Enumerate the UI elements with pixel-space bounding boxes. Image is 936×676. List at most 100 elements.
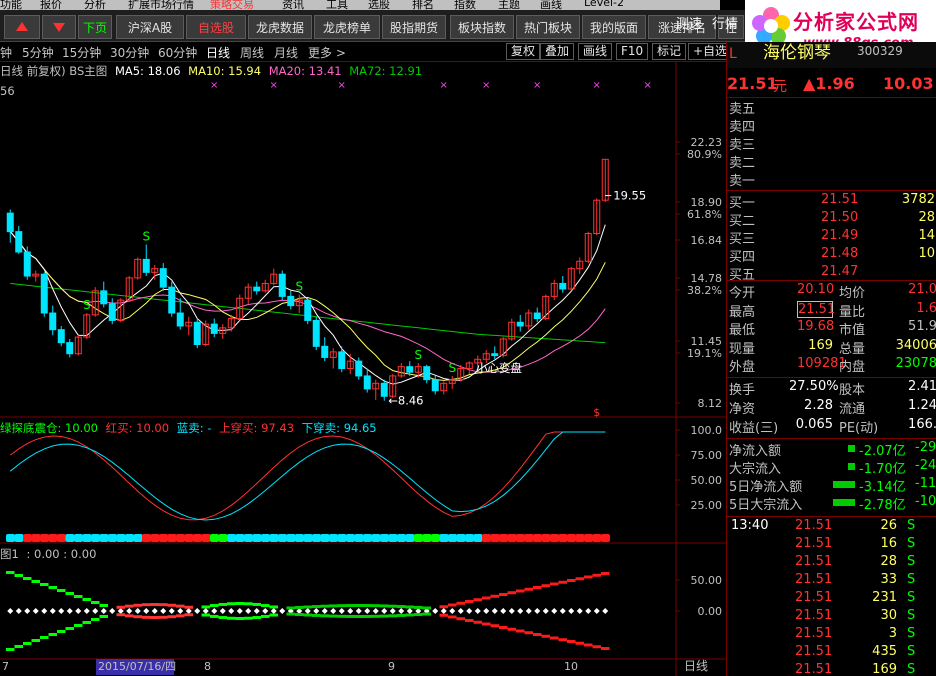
sub2-lower-bar <box>550 636 559 640</box>
sub2-lower-bar <box>439 613 448 617</box>
signal-band-segment <box>490 534 500 542</box>
menu-item-7[interactable]: 选股 <box>368 0 390 10</box>
menu-item-9[interactable]: 指数 <box>454 0 476 10</box>
signal-band-segment <box>286 534 296 542</box>
period-tab-5[interactable]: 日线 <box>206 44 230 61</box>
sub2-upper-bar <box>329 604 338 608</box>
speed-test-label[interactable]: 测速 <box>676 14 714 36</box>
zero-diamond-marker <box>262 608 269 614</box>
chart-button-1[interactable]: 叠加 <box>540 43 575 60</box>
chart-button-4[interactable]: 标记 <box>652 43 687 60</box>
bid-row-2[interactable]: 买三 21.49 14 <box>727 228 936 247</box>
order-volume: 10 <box>918 246 935 261</box>
menu-item-5[interactable]: 资讯 <box>282 0 304 10</box>
signal-band-segment <box>533 534 542 542</box>
signal-band-segment <box>295 534 304 542</box>
sub2-indicator-value: : 0.00 : 0.00 <box>26 547 97 561</box>
current-price: 21.51 <box>727 74 778 93</box>
divider <box>727 190 936 191</box>
zero-diamond-marker <box>15 608 22 614</box>
sub2-lower-bar <box>57 630 66 633</box>
period-tab-0[interactable]: 钟 <box>0 44 12 61</box>
ask-row-0[interactable]: 卖五 <box>727 98 936 117</box>
up-arrow-button[interactable] <box>4 15 40 39</box>
period-tab-1[interactable]: 5分钟 <box>22 44 54 61</box>
zero-diamond-marker <box>406 608 413 614</box>
bid-row-3[interactable]: 买四 21.48 10 <box>727 246 936 265</box>
sub2-upper-bar <box>507 591 516 595</box>
menu-item-11[interactable]: 画线 <box>540 0 562 10</box>
signal-band-segment <box>227 534 236 542</box>
zero-diamond-marker <box>330 608 337 614</box>
sub2-upper-bar <box>465 600 474 603</box>
menu-item-2[interactable]: 分析 <box>84 0 106 10</box>
period-tab-2[interactable]: 15分钟 <box>62 44 101 61</box>
menu-item-1[interactable]: 报价 <box>40 0 62 10</box>
ask-row-1[interactable]: 卖四 <box>727 116 936 135</box>
tick-volume: 16 <box>880 536 897 551</box>
toolbar-button-7[interactable]: 热门板块 <box>516 15 580 39</box>
zero-diamond-marker <box>483 608 490 614</box>
zero-diamond-marker <box>143 608 150 614</box>
period-tab-6[interactable]: 周线 <box>240 44 264 61</box>
toolbar-button-4[interactable]: 龙虎榜单 <box>314 15 380 39</box>
signal-x-marker: × <box>533 80 541 91</box>
signal-band-segment <box>269 534 279 542</box>
bid-row-0[interactable]: 买一 21.51 3782 <box>727 192 936 211</box>
period-tab-3[interactable]: 30分钟 <box>110 44 149 61</box>
menu-item-3[interactable]: 扩展市场行情 <box>128 0 194 10</box>
down-arrow-button[interactable] <box>42 15 76 39</box>
zero-diamond-marker <box>7 608 14 614</box>
toolbar-button-6[interactable]: 板块指数 <box>450 15 514 39</box>
signal-band-segment <box>422 534 432 542</box>
chart-button-0[interactable]: 复权 <box>506 43 541 60</box>
menu-item-0[interactable]: 功能 <box>0 0 22 10</box>
sub2-upper-bar <box>320 604 329 608</box>
sub2-upper-bar <box>150 603 159 606</box>
toolbar-button-1[interactable]: 沪深A股 <box>116 15 184 39</box>
triangle-up-icon <box>16 22 28 31</box>
zero-diamond-marker <box>236 608 243 614</box>
candle-body <box>159 268 167 288</box>
sub2-upper-bar <box>524 587 533 591</box>
toolbar-button-3[interactable]: 龙虎数据 <box>248 15 312 39</box>
main-indicator-header: 日线 前复权) BS主图 MA5: 18.06 MA10: 15.94 MA20… <box>0 63 422 79</box>
menu-item-4[interactable]: 策略交易 <box>210 0 254 10</box>
sub1-blue-value: 蓝卖: - <box>176 421 212 435</box>
toolbar-button-8[interactable]: 我的版面 <box>582 15 646 39</box>
signal-band-segment <box>405 534 415 542</box>
menu-item-12[interactable]: Level-2 <box>584 0 624 9</box>
period-tab-7[interactable]: 月线 <box>274 44 298 61</box>
toolbar-button-2[interactable]: 自选股 <box>186 15 246 39</box>
chart-button-3[interactable]: F10 <box>616 43 649 60</box>
menu-item-10[interactable]: 主题 <box>498 0 520 10</box>
order-label: 卖二 <box>729 156 756 171</box>
ask-row-2[interactable]: 卖三 <box>727 134 936 153</box>
sub2-upper-bar <box>533 586 542 589</box>
sub1-axis-label: 50.00 <box>691 474 723 487</box>
sub2-lower-bar <box>524 631 533 635</box>
divider <box>727 438 936 439</box>
tick-price: 21.51 <box>795 554 833 569</box>
market-label[interactable]: 行情 <box>712 14 745 36</box>
ma5-value: MA5: 18.06 <box>114 64 181 78</box>
order-label: 买一 <box>729 196 756 211</box>
flow-value: -2.78亿 <box>859 498 906 513</box>
chart-button-2[interactable]: 画线 <box>578 43 613 60</box>
order-label: 卖五 <box>729 102 756 117</box>
period-tab-8[interactable]: 更多 > <box>308 44 346 61</box>
ask-row-4[interactable]: 卖一 <box>727 170 936 189</box>
zero-diamond-marker <box>245 608 252 614</box>
toolbar-button-5[interactable]: 股指期货 <box>382 15 446 39</box>
ask-row-3[interactable]: 卖二 <box>727 152 936 171</box>
sub1-axis-label: 100.0 <box>691 424 723 437</box>
sub2-upper-bar <box>23 577 32 580</box>
menu-item-6[interactable]: 工具 <box>326 0 348 10</box>
menu-item-8[interactable]: 排名 <box>412 0 434 10</box>
bid-row-1[interactable]: 买二 21.50 28 <box>727 210 936 229</box>
chart-area[interactable]: 22.2380.9%18.9061.8%16.8414.7838.2%11.45… <box>0 62 726 676</box>
candle-body <box>168 286 176 314</box>
period-tab-4[interactable]: 60分钟 <box>158 44 197 61</box>
toolbar-button-0[interactable]: 下页 <box>78 15 112 39</box>
signal-band-segment <box>31 534 41 542</box>
